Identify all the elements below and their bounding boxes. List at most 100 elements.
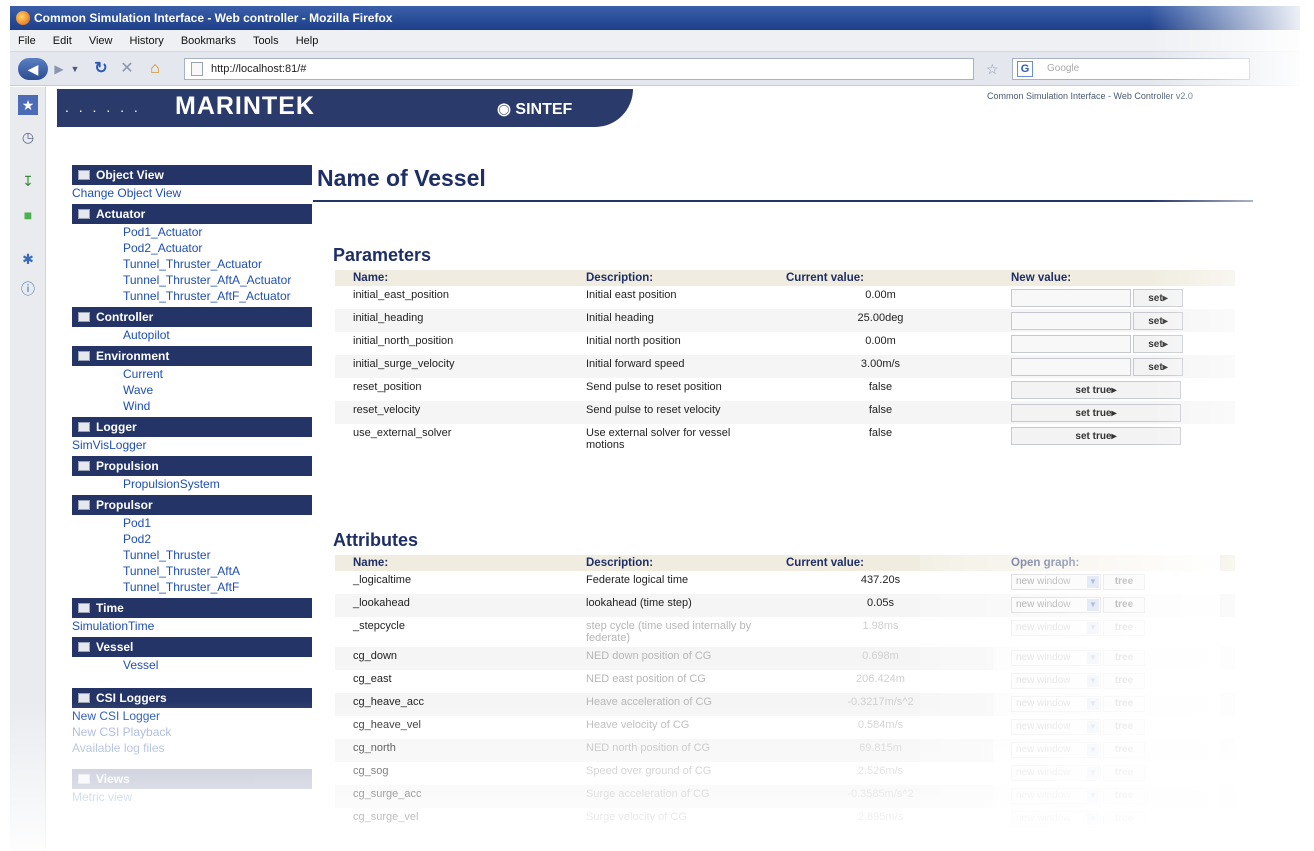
set-true-button[interactable]: set true▸ <box>1011 381 1181 399</box>
history-clock-icon[interactable]: ◷ <box>18 127 38 147</box>
logger-link[interactable]: New CSI Logger <box>72 708 312 724</box>
tree-button[interactable]: tree <box>1103 719 1145 735</box>
window-select[interactable]: new window ▼ <box>1011 696 1101 712</box>
reload-button[interactable]: ↻ <box>90 58 112 80</box>
table-row: initial_north_position Initial north posi… <box>335 332 1235 355</box>
nav-section-title: Views <box>96 772 130 786</box>
stop-button[interactable]: ✕ <box>116 58 138 80</box>
folder-icon <box>78 422 90 432</box>
param-new-value-cell: set▸ <box>993 332 1235 355</box>
new-value-input[interactable] <box>1011 289 1131 307</box>
nav-link-item[interactable]: Wind <box>72 398 312 414</box>
bookmarks-icon[interactable]: ★ <box>18 95 38 115</box>
nav-link-item[interactable]: Change Object View <box>72 185 312 201</box>
nav-link-item[interactable]: Tunnel_Thruster_AftA <box>72 563 312 579</box>
nav-link-item[interactable]: Tunnel_Thruster_AftF <box>72 579 312 595</box>
search-input[interactable]: G Google <box>1012 58 1250 80</box>
nav-link-item[interactable]: Tunnel_Thruster_AftF_Actuator <box>72 288 312 304</box>
nav-link-item[interactable]: SimulationTime <box>72 618 312 634</box>
new-value-input[interactable] <box>1011 335 1131 353</box>
folder-icon <box>78 312 90 322</box>
history-dropdown-icon[interactable]: ▼ <box>70 58 80 80</box>
set-button[interactable]: set▸ <box>1133 312 1183 330</box>
nav-section-1: Actuator <box>72 204 312 224</box>
nav-link-item[interactable]: Tunnel_Thruster_AftA_Actuator <box>72 272 312 288</box>
nav-link-item[interactable]: Autopilot <box>72 327 312 343</box>
logger-link[interactable]: Available log files <box>72 740 312 756</box>
set-true-button[interactable]: set true▸ <box>1011 427 1181 445</box>
addons-puzzle-icon[interactable]: ■ <box>18 205 38 225</box>
info-icon[interactable]: ⓘ <box>18 279 38 299</box>
window-select[interactable]: new window ▼ <box>1011 673 1101 689</box>
menu-help[interactable]: Help <box>296 35 319 47</box>
tree-button[interactable]: tree <box>1103 673 1145 689</box>
tree-button[interactable]: tree <box>1103 597 1145 613</box>
downloads-icon[interactable]: ↧ <box>18 171 38 191</box>
window-select[interactable]: new window ▼ <box>1011 597 1101 613</box>
select-value: new window <box>1016 576 1071 587</box>
tree-button[interactable]: tree <box>1103 650 1145 666</box>
url-input[interactable]: http://localhost:81/# <box>184 58 974 80</box>
window-select[interactable]: new window ▼ <box>1011 650 1101 666</box>
menu-bookmarks[interactable]: Bookmarks <box>181 35 236 47</box>
nav-link-item[interactable]: Vessel <box>72 657 312 673</box>
set-button[interactable]: set▸ <box>1133 289 1183 307</box>
nav-link-item[interactable]: Tunnel_Thruster <box>72 547 312 563</box>
nav-link-item[interactable]: PropulsionSystem <box>72 476 312 492</box>
window-titlebar: Common Simulation Interface - Web contro… <box>10 6 1300 30</box>
views-link[interactable]: Metric view <box>72 789 312 805</box>
window-select[interactable]: new window ▼ <box>1011 788 1101 804</box>
nav-section-5: Propulsion <box>72 456 312 476</box>
menu-file[interactable]: File <box>18 35 36 47</box>
window-select[interactable]: new window ▼ <box>1011 811 1101 827</box>
tree-button[interactable]: tree <box>1103 811 1145 827</box>
nav-link-item[interactable]: Tunnel_Thruster_Actuator <box>72 256 312 272</box>
forward-button[interactable]: ▶ <box>50 58 68 80</box>
gear-icon[interactable]: ✱ <box>18 249 38 269</box>
nav-link-item[interactable]: Current <box>72 366 312 382</box>
new-value-input[interactable] <box>1011 312 1131 330</box>
window-title: Common Simulation Interface - Web contro… <box>34 11 393 25</box>
nav-link-item[interactable]: Pod2_Actuator <box>72 240 312 256</box>
window-select[interactable]: new window ▼ <box>1011 765 1101 781</box>
attr-name: cg_surge_vel <box>353 811 419 823</box>
tree-button[interactable]: tree <box>1103 574 1145 590</box>
param-name: initial_heading <box>335 309 568 332</box>
tree-button[interactable]: tree <box>1103 788 1145 804</box>
nav-section-7: Time <box>72 598 312 618</box>
tree-button[interactable]: tree <box>1103 742 1145 758</box>
set-button[interactable]: set▸ <box>1133 358 1183 376</box>
table-row: cg_east NED east position of CG 206.424m ne… <box>335 670 1235 693</box>
tree-button[interactable]: tree <box>1103 765 1145 781</box>
window-select[interactable]: new window ▼ <box>1011 574 1101 590</box>
chevron-down-icon: ▼ <box>1087 744 1099 756</box>
table-row: initial_surge_velocity Initial forward sp… <box>335 355 1235 378</box>
nav-link-item[interactable]: SimVisLogger <box>72 437 312 453</box>
menu-edit[interactable]: Edit <box>53 35 72 47</box>
set-true-button[interactable]: set true▸ <box>1011 404 1181 422</box>
new-value-input[interactable] <box>1011 358 1131 376</box>
param-name: reset_velocity <box>335 401 568 424</box>
param-current-value: false <box>768 401 993 424</box>
param-current-value: false <box>868 427 893 439</box>
nav-link-item[interactable]: Pod2 <box>72 531 312 547</box>
window-select[interactable]: new window ▼ <box>1011 742 1101 758</box>
attr-open-graph-cell: new window ▼ tree <box>993 571 1235 594</box>
nav-link-item[interactable]: Pod1_Actuator <box>72 224 312 240</box>
home-button[interactable]: ⌂ <box>144 58 166 80</box>
nav-link-item[interactable]: Pod1 <box>72 515 312 531</box>
table-row: cg_down NED down position of CG 0.698m new … <box>335 647 1235 670</box>
set-button[interactable]: set▸ <box>1133 335 1183 353</box>
tree-button[interactable]: tree <box>1103 696 1145 712</box>
back-button[interactable]: ◀ <box>18 58 48 80</box>
window-select[interactable]: new window ▼ <box>1011 719 1101 735</box>
menu-history[interactable]: History <box>130 35 164 47</box>
tree-button[interactable]: tree <box>1103 620 1145 636</box>
bookmark-star-icon[interactable]: ☆ <box>986 61 999 78</box>
menu-view[interactable]: View <box>89 35 113 47</box>
menu-tools[interactable]: Tools <box>253 35 279 47</box>
window-select[interactable]: new window ▼ <box>1011 620 1101 636</box>
param-current-value: 25.00deg <box>768 309 993 332</box>
nav-link-item[interactable]: Wave <box>72 382 312 398</box>
logger-link[interactable]: New CSI Playback <box>72 724 312 740</box>
